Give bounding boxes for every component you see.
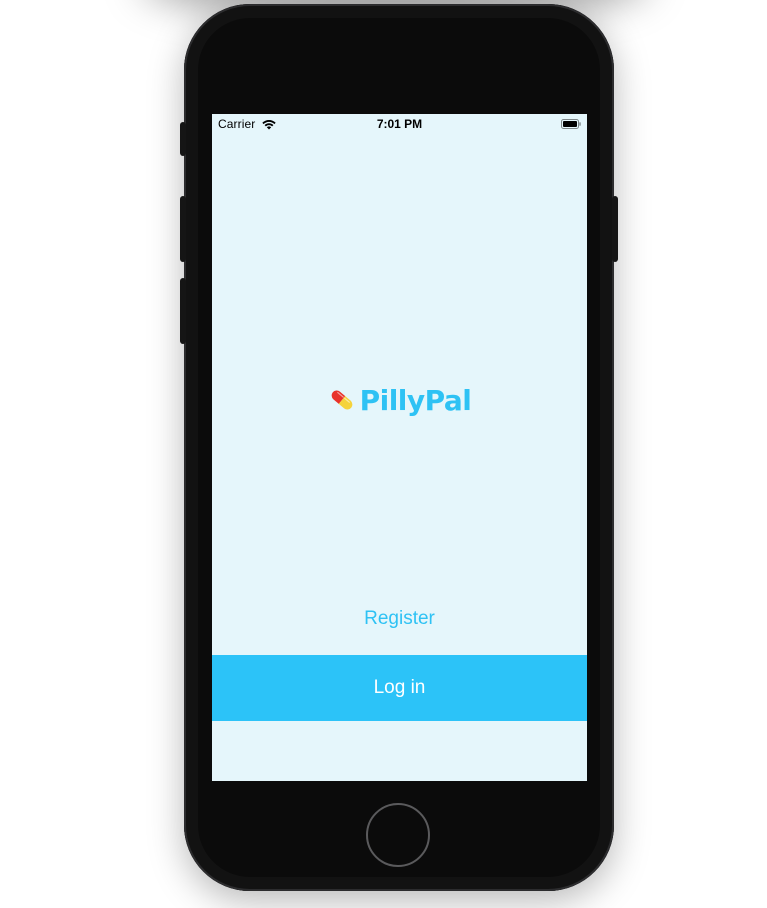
- pill-icon: [331, 390, 352, 410]
- status-bar: Carrier 7:01 PM: [212, 114, 587, 134]
- app-logo: PillyPal: [212, 380, 587, 420]
- power-button: [612, 196, 618, 262]
- mute-switch: [180, 122, 186, 156]
- login-button-label: Log in: [373, 677, 426, 698]
- home-button[interactable]: [366, 803, 430, 867]
- app-name: PillyPal: [359, 383, 472, 417]
- battery-icon: [561, 119, 581, 129]
- volume-up-button: [180, 196, 186, 262]
- register-button[interactable]: Register: [212, 608, 587, 630]
- login-button[interactable]: Log in: [212, 655, 587, 721]
- app-screen: Carrier 7:01 PM PillyPal Register Log in: [212, 114, 587, 781]
- volume-down-button: [180, 278, 186, 344]
- status-time: 7:01 PM: [376, 117, 423, 131]
- phone-frame: Carrier 7:01 PM PillyPal Register Log in: [180, 4, 618, 891]
